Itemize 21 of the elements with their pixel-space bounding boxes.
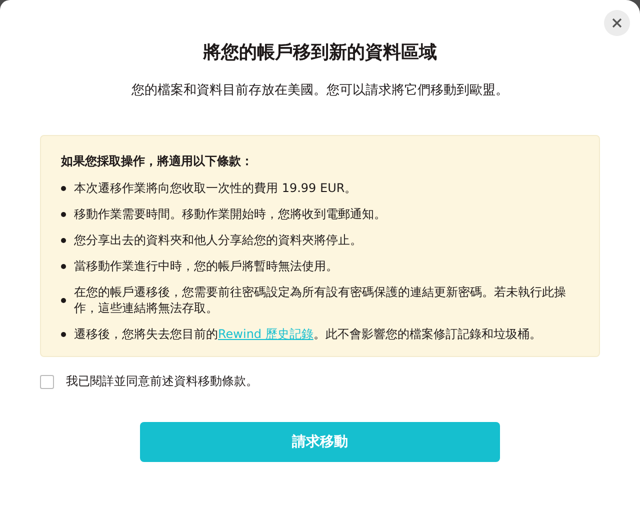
term-text: 移動作業需要時間。移動作業開始時，您將收到電郵通知。 — [74, 206, 386, 222]
bullet-icon — [61, 212, 66, 216]
agree-label: 我已閱詳並同意前述資料移動條款。 — [66, 373, 258, 390]
term-text: 在您的帳戶遷移後，您需要前往密碼設定為所有設有密碼保護的連結更新密碼。若未執行此操作，這些連結將無法存取。 — [74, 284, 567, 316]
terms-heading: 如果您採取操作，將適用以下條款： — [61, 153, 254, 170]
bullet-icon — [61, 238, 66, 242]
bullet-icon — [61, 332, 66, 336]
agree-checkbox[interactable] — [40, 374, 54, 388]
term-text: 您分享出去的資料夾和他人分享給您的資料夾將停止。 — [74, 232, 362, 248]
bullet-icon — [61, 298, 66, 302]
dialog-subtitle: 您的檔案和資料目前存放在美國。您可以請求將它們移動到歐盟。 — [132, 82, 508, 99]
term-text: 遷移後，您將失去您目前的Rewind 歷史記錄。此不會影響您的檔案修訂記錄和垃圾桶。 — [74, 326, 542, 342]
bullet-icon — [61, 186, 66, 190]
request-move-button[interactable]: 請求移動 — [140, 422, 500, 462]
bullet-icon — [61, 264, 66, 268]
history-link[interactable]: Rewind 歷史記錄 — [218, 327, 314, 341]
dialog-title: 將您的帳戶移到新的資料區域 — [203, 41, 437, 64]
term-text: 當移動作業進行中時，您的帳戶將暫時無法使用。 — [74, 258, 338, 274]
term-text: 本次遷移作業將向您收取一次性的費用 19.99 EUR。 — [74, 180, 357, 196]
close-button[interactable] — [604, 10, 630, 36]
close-icon — [612, 18, 622, 28]
